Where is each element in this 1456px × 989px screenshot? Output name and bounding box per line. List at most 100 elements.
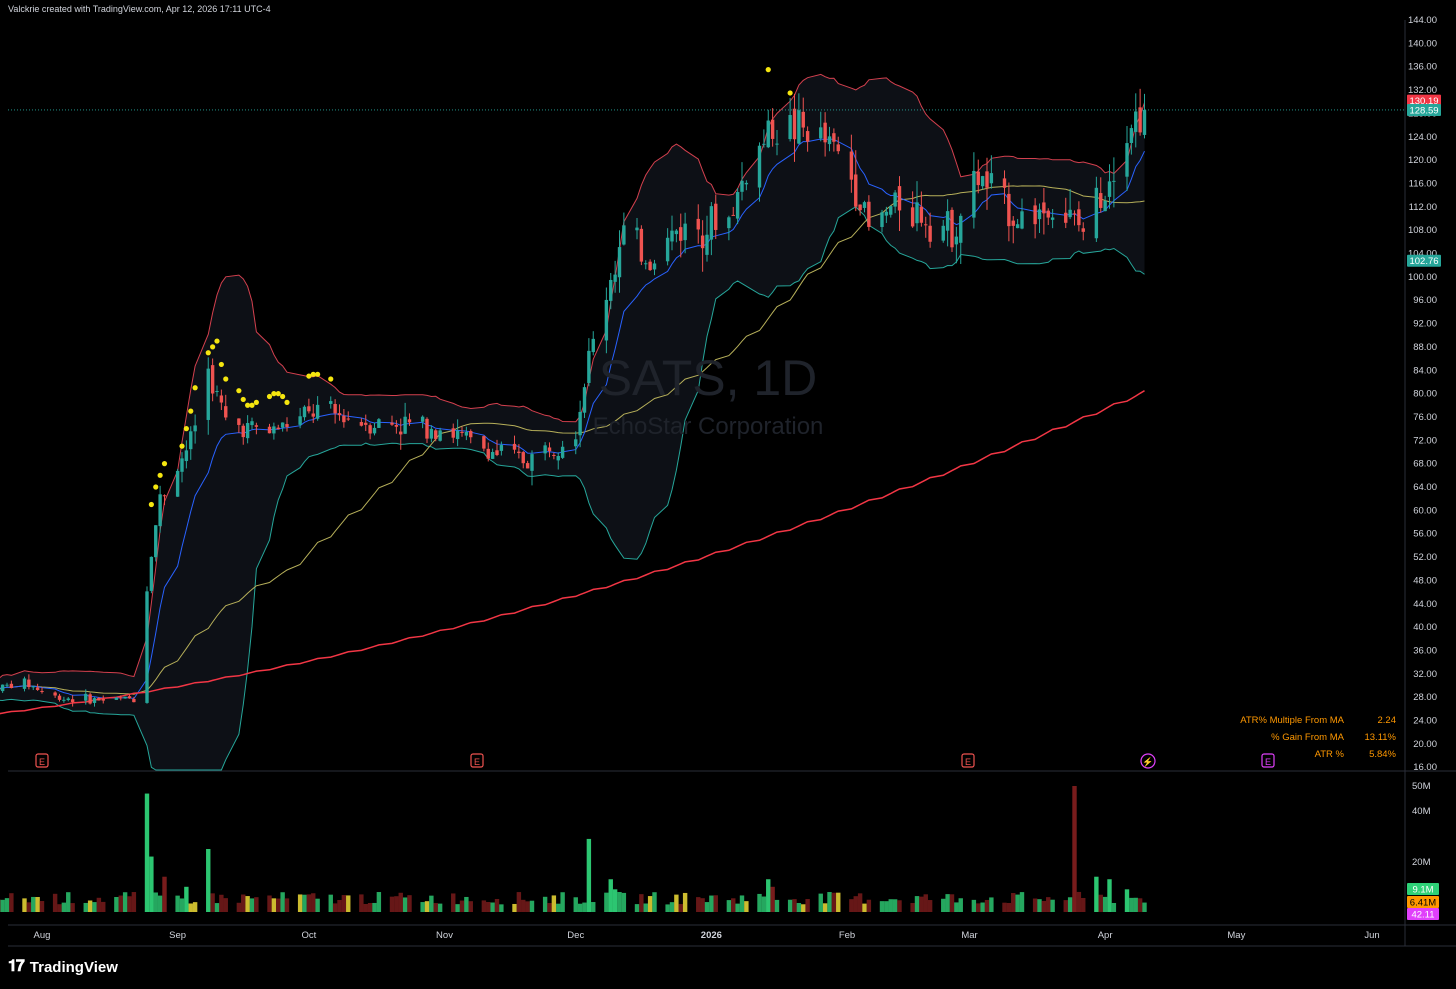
volume-bar xyxy=(184,886,189,912)
candle-body xyxy=(915,202,919,224)
volume-bar xyxy=(249,898,255,912)
volume-bar xyxy=(179,898,185,912)
candle-body xyxy=(425,418,429,439)
candle-body xyxy=(342,415,346,423)
volume-bar xyxy=(923,894,928,912)
candle-body xyxy=(652,263,657,270)
candle-body xyxy=(84,693,88,701)
stats-label: % Gain From MA xyxy=(1271,732,1344,743)
candle-body xyxy=(394,425,399,427)
candle-body xyxy=(1134,111,1138,132)
candle-body xyxy=(1015,224,1020,229)
volume-bar xyxy=(1107,879,1112,912)
volume-bar xyxy=(612,889,618,912)
price-tick-label: 52.00 xyxy=(1413,552,1437,563)
volume-bar xyxy=(766,879,771,912)
volume-bar xyxy=(499,904,504,912)
candle-body xyxy=(429,428,434,439)
volume-bar xyxy=(9,893,14,912)
volume-bar xyxy=(175,895,180,912)
volume-bar xyxy=(311,893,316,912)
volume-bar xyxy=(1041,900,1047,912)
candle-body xyxy=(1103,200,1107,212)
volume-bar xyxy=(801,904,806,912)
candle-body xyxy=(407,419,412,423)
candle-body xyxy=(604,299,609,341)
volume-bar xyxy=(787,899,793,912)
volume-bar xyxy=(192,902,198,912)
volume-bar xyxy=(892,899,898,912)
candle-body xyxy=(1020,211,1024,229)
volume-bar xyxy=(61,902,67,912)
volume-pane xyxy=(8,772,1405,914)
candle-body xyxy=(434,430,438,439)
candle-body xyxy=(954,236,959,245)
candle-body xyxy=(884,211,889,216)
signal-dot xyxy=(328,376,334,382)
stats-row: ATR% Multiple From MA 2.24 xyxy=(1240,712,1396,729)
candle-body xyxy=(560,446,565,458)
volume-bar xyxy=(1063,900,1068,912)
volume-bar xyxy=(1137,898,1143,912)
volume-bar xyxy=(1129,897,1134,912)
candle-body xyxy=(399,431,403,435)
candle-body xyxy=(972,170,976,218)
candle-body xyxy=(709,206,714,240)
candle-body xyxy=(757,145,762,188)
candle-body xyxy=(609,279,613,301)
candle-body xyxy=(438,430,442,441)
candle-body xyxy=(980,176,985,187)
signal-dot xyxy=(183,426,189,432)
volume-bar xyxy=(521,899,526,912)
candle-body xyxy=(1081,228,1085,232)
volume-bar xyxy=(39,901,45,912)
volume-bar xyxy=(481,900,487,912)
signal-dot xyxy=(275,391,281,397)
candle-body xyxy=(285,424,289,427)
candle-body xyxy=(674,230,679,235)
volume-bar xyxy=(131,892,137,912)
volume-bar xyxy=(919,896,924,912)
candle-body xyxy=(714,203,718,230)
candle-body xyxy=(924,224,928,226)
volume-bar xyxy=(761,896,767,912)
candle-body xyxy=(315,404,320,419)
volume-bar xyxy=(459,900,465,912)
candle-body xyxy=(805,131,810,142)
candle-body xyxy=(241,425,245,438)
earnings-event-label: ⚡ xyxy=(1142,756,1153,768)
volume-bar xyxy=(494,898,500,912)
candle-body xyxy=(959,215,963,243)
candle-body xyxy=(644,263,648,265)
chart-canvas[interactable]: SATS, 1D EchoStar Corporation 144.00 140.00… xyxy=(0,0,1456,989)
volume-bar xyxy=(836,892,841,912)
price-tick-label: 96.00 xyxy=(1413,295,1437,306)
volume-bar xyxy=(634,904,640,912)
volume-bar xyxy=(857,893,863,912)
candle-body xyxy=(1042,202,1046,214)
volume-bar xyxy=(31,896,36,912)
candle-body xyxy=(302,406,307,418)
price-tick-label: 84.00 xyxy=(1413,365,1437,376)
volume-bar xyxy=(127,896,132,912)
volume-bar xyxy=(757,893,762,912)
candle-body xyxy=(5,684,9,686)
signal-dot xyxy=(148,501,154,508)
candle-body xyxy=(499,445,504,451)
signal-dot xyxy=(284,399,290,405)
candle-body xyxy=(1050,217,1055,220)
candle-body xyxy=(919,206,924,223)
candle-body xyxy=(849,151,854,180)
candle-body xyxy=(1011,220,1015,226)
signal-dot xyxy=(765,67,771,73)
signal-dot xyxy=(210,344,216,350)
tradingview-brand[interactable]: 𝟏𝟕 TradingView xyxy=(8,958,118,976)
candle-body xyxy=(613,274,617,282)
candle-body xyxy=(766,120,770,148)
candle-body xyxy=(521,452,525,464)
price-tick-label: 112.00 xyxy=(1409,202,1437,213)
price-tick-label: 40.00 xyxy=(1413,622,1437,633)
candle-body xyxy=(224,406,228,418)
candle-body xyxy=(175,470,180,497)
volume-bar xyxy=(1011,893,1016,912)
